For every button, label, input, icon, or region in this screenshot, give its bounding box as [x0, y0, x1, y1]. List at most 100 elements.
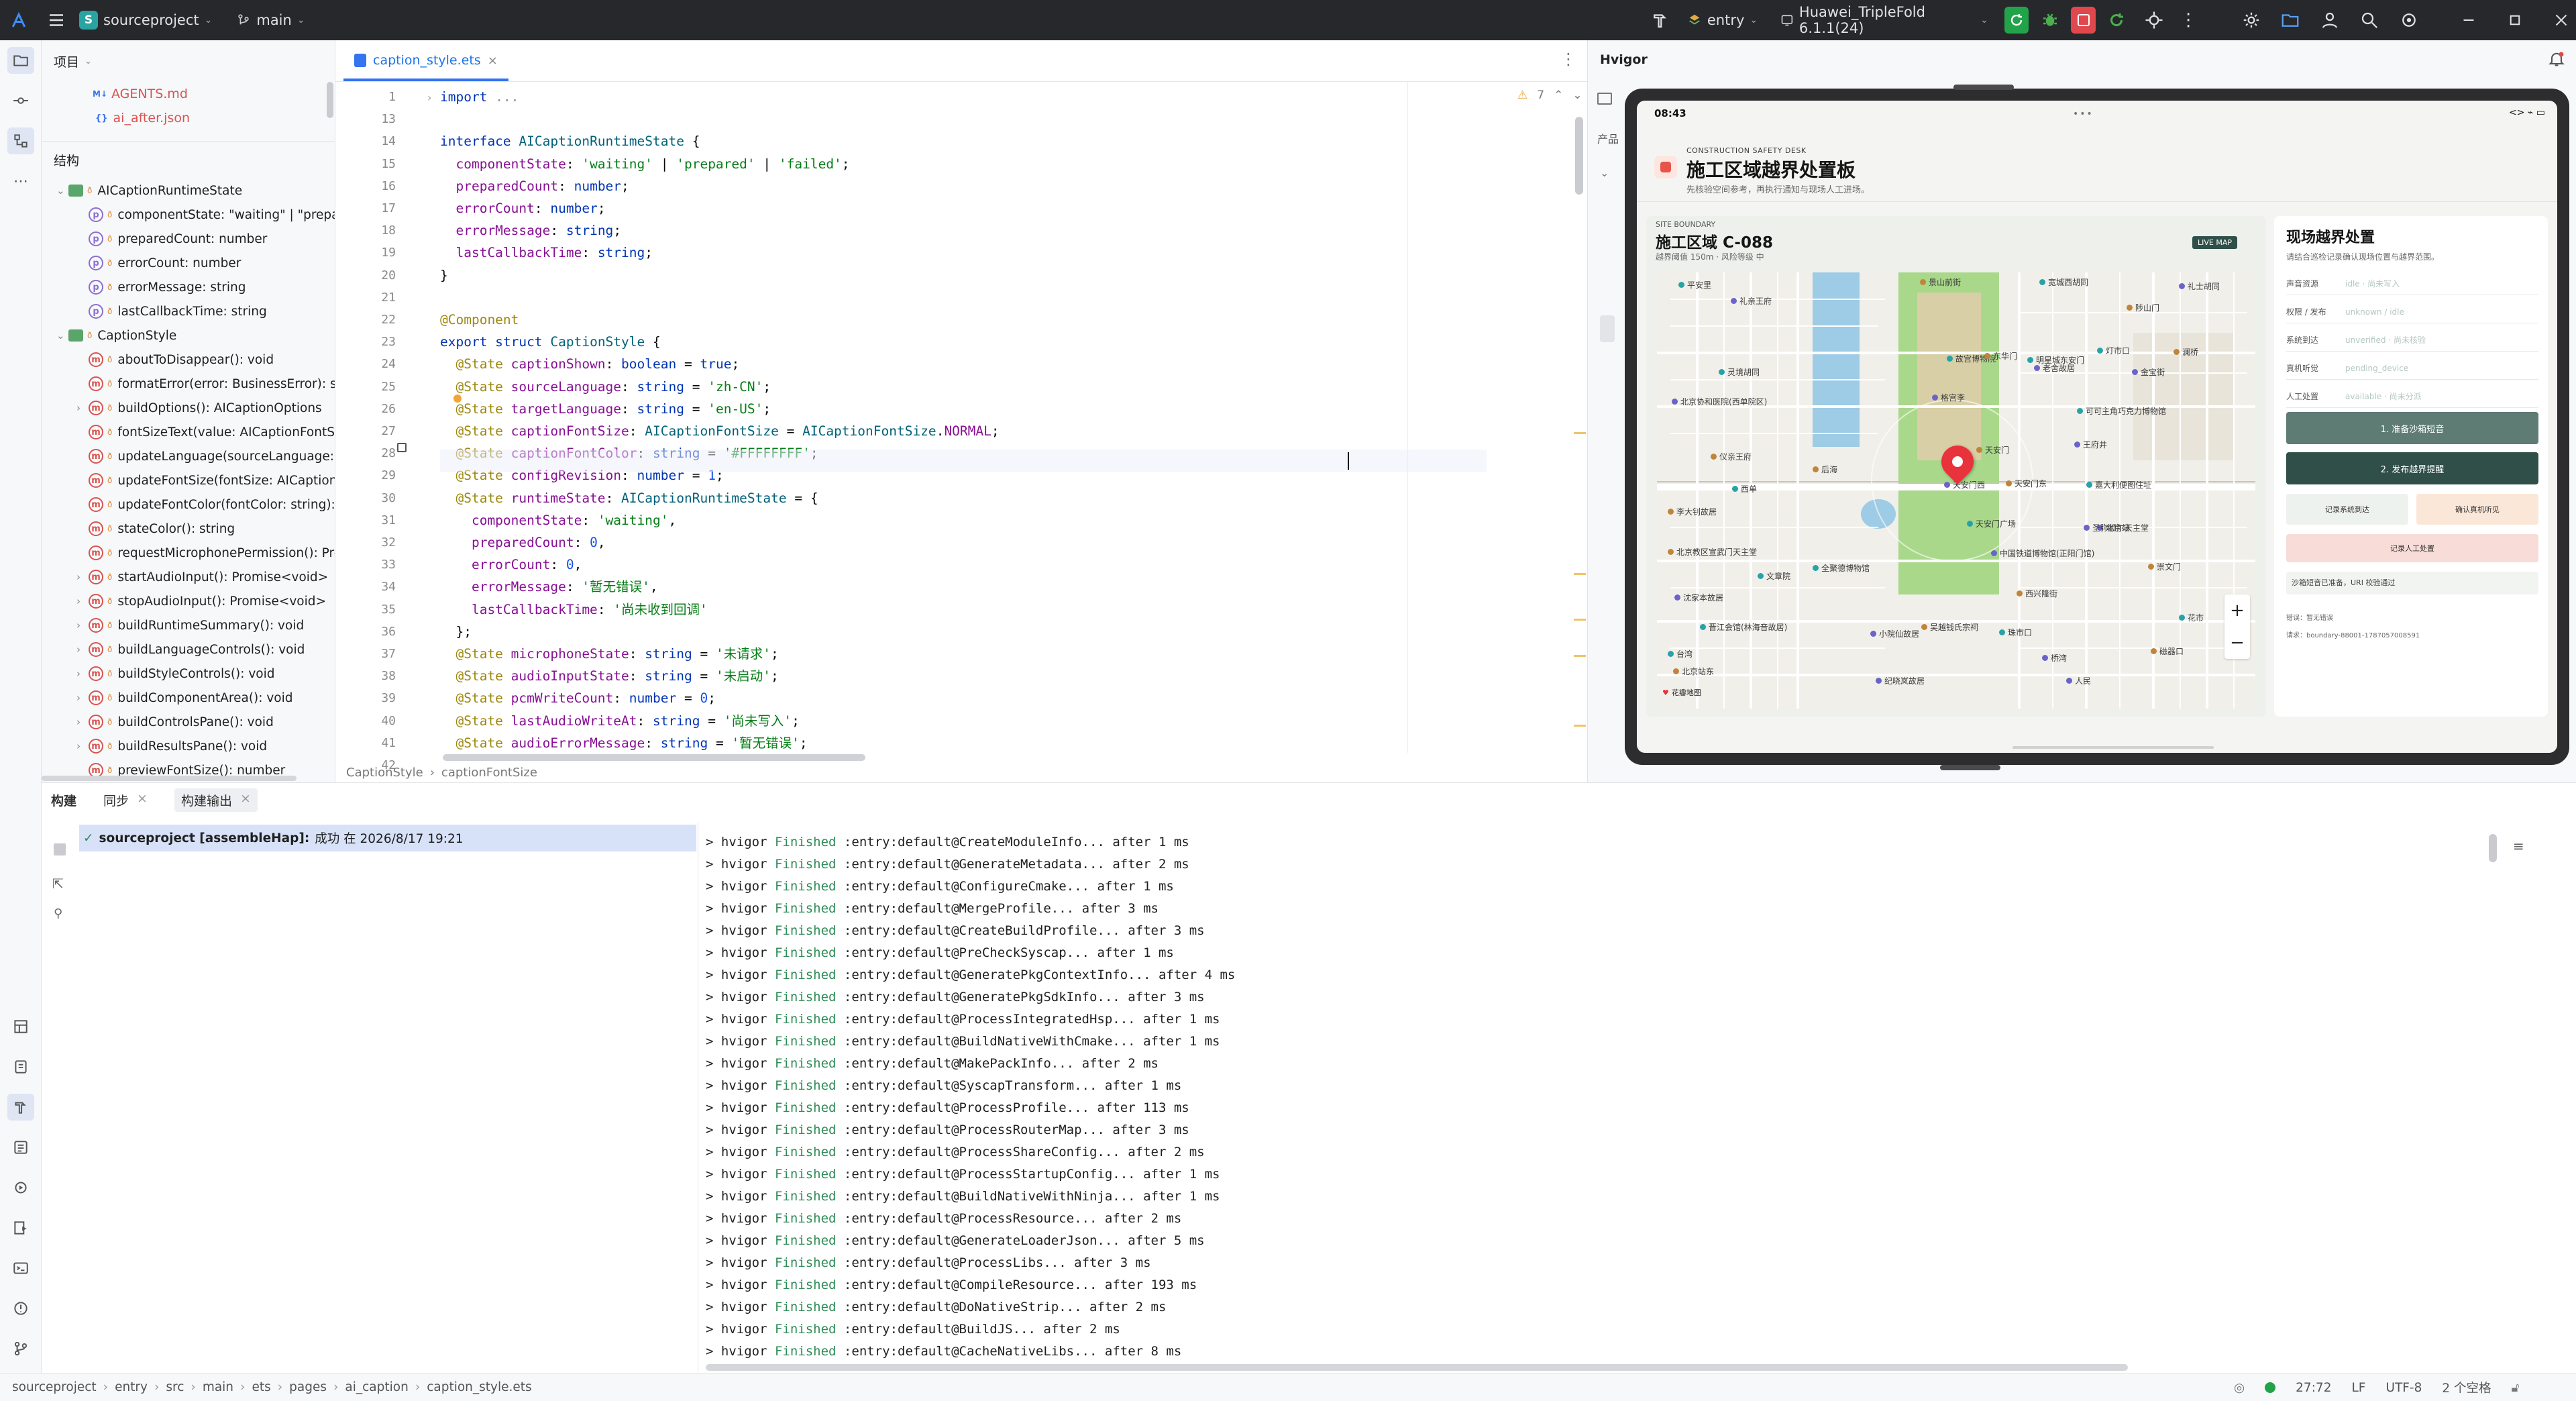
restore-icon[interactable] — [2498, 0, 2532, 40]
map-view[interactable]: 平安里 礼亲王府 景山前街 宽城西胡同 礼士胡同 陟山门 故宫博物院 老舍故居 澜桥 明星城东安门… — [1657, 272, 2255, 709]
map-poi-label[interactable]: 陟山门 — [2127, 302, 2159, 313]
services-icon[interactable] — [7, 1174, 34, 1201]
zoom-out-button[interactable]: − — [2224, 627, 2250, 659]
chevron-down-icon[interactable]: ⌄ — [56, 329, 68, 342]
project-folder-icon[interactable] — [7, 47, 34, 74]
tree-member-item[interactable]: › m ð buildComponentArea(): void — [42, 686, 335, 710]
build-tool-icon[interactable] — [7, 1094, 34, 1121]
main-menu-icon[interactable] — [38, 0, 75, 40]
tree-member-item[interactable]: p ð errorCount: number — [42, 251, 335, 275]
record-arrival-button[interactable]: 记录系统到达 — [2286, 494, 2408, 525]
chevron-right-icon[interactable]: › — [76, 619, 89, 631]
tree-member-item[interactable]: › m ð buildResultsPane(): void — [42, 734, 335, 758]
tab-sync[interactable]: 同步 × — [103, 791, 148, 809]
log-h-scrollbar[interactable] — [706, 1364, 2128, 1371]
map-poi-label[interactable]: 明星城东安门 — [2027, 354, 2084, 366]
log-scrollbar[interactable] — [2489, 834, 2497, 862]
inspection-widget[interactable]: ⚠ 7 ⌃ ⌄ — [1517, 89, 1582, 102]
chevron-down-icon[interactable]: ⌄ — [1600, 166, 1609, 179]
tree-member-item[interactable]: › m ð buildControlsPane(): void — [42, 710, 335, 734]
tree-member-item[interactable]: m ð updateFontSize(fontSize: AICaption — [42, 468, 335, 492]
file-encoding[interactable]: UTF-8 — [2385, 1381, 2422, 1395]
logs-icon[interactable] — [7, 1134, 34, 1161]
map-poi-label[interactable]: 礼士胡同 — [2179, 280, 2220, 292]
map-poi-label[interactable]: 天安门西 — [1944, 479, 1985, 490]
preview-device-icon[interactable] — [1597, 93, 1612, 105]
minimize-icon[interactable] — [2451, 0, 2485, 40]
project-panel-header[interactable]: 项目 ⌄ — [42, 40, 335, 82]
chevron-right-icon[interactable]: › — [76, 595, 89, 607]
path-item[interactable]: entry — [115, 1380, 148, 1394]
indent-setting[interactable]: 2 个空格 — [2442, 1379, 2491, 1396]
map-poi-label[interactable]: 宽城西胡同 — [2039, 276, 2088, 288]
more-vertical-icon[interactable]: ⋮ — [1560, 50, 1576, 68]
tree-class-item[interactable]: ⌄ ð CaptionStyle — [42, 323, 335, 348]
map-poi-label[interactable]: 晋江会馆(林海音故居) — [1700, 621, 1787, 633]
wrap-lines-icon[interactable]: ≡ — [2513, 838, 2524, 854]
run-tool-icon[interactable] — [7, 1214, 34, 1241]
chevron-up-icon[interactable]: ⌃ — [1554, 89, 1563, 102]
close-tab-icon[interactable]: × — [488, 54, 498, 68]
layout-icon[interactable] — [7, 1013, 34, 1040]
chevron-right-icon[interactable]: › — [76, 740, 89, 752]
map-poi-label[interactable]: 磁器口 — [2151, 645, 2184, 657]
map-poi-label[interactable]: 人民 — [2066, 675, 2091, 686]
map-poi-label[interactable]: 天安门东 — [2006, 478, 2047, 489]
map-poi-label[interactable]: 平安里 — [1678, 279, 1711, 291]
run-button[interactable] — [2004, 7, 2029, 34]
open-external-icon[interactable]: ⇱ — [52, 876, 64, 892]
breadcrumb-item[interactable]: CaptionStyle — [346, 766, 423, 780]
project-switcher[interactable]: S sourceproject ⌄ — [79, 0, 212, 40]
map-poi-label[interactable]: 台湾 — [1668, 648, 1693, 660]
tree-member-item[interactable]: › m ð buildStyleControls(): void — [42, 662, 335, 686]
structure-icon[interactable] — [7, 127, 34, 154]
preview-splitter[interactable] — [1600, 315, 1615, 342]
map-poi-label[interactable]: 北京站东 — [1673, 666, 1714, 677]
chevron-right-icon[interactable]: › — [76, 668, 89, 680]
map-poi-label[interactable]: 纪晓岚故居 — [1876, 675, 1925, 686]
module-selector[interactable]: entry ⌄ — [1687, 0, 1758, 40]
chevron-right-icon[interactable]: › — [76, 402, 89, 414]
prepare-sound-button[interactable]: 1. 准备沙箱短音 — [2286, 412, 2538, 444]
tree-member-item[interactable]: m ð formatError(error: BusinessError): str — [42, 372, 335, 396]
map-poi-label[interactable]: 西兴隆街 — [2017, 588, 2057, 599]
map-poi-label[interactable]: 天安门 — [1976, 444, 2009, 456]
map-poi-label[interactable]: 仪亲王府 — [1711, 451, 1752, 462]
tree-member-item[interactable]: m ð updateFontColor(fontColor: string): v — [42, 492, 335, 517]
build-output-log[interactable]: > hvigor Finished :entry:default@CreateM… — [706, 831, 2524, 1368]
map-poi-label[interactable]: 北京教区宣武门天主堂 — [1668, 546, 1757, 558]
path-item[interactable]: pages — [289, 1380, 327, 1394]
tree-scrollbar[interactable] — [327, 82, 333, 118]
path-item[interactable]: caption_style.ets — [427, 1380, 531, 1394]
commit-icon[interactable] — [7, 87, 34, 114]
search-icon[interactable] — [2353, 0, 2387, 40]
map-poi-label[interactable]: 李大钊故居 — [1668, 506, 1717, 517]
tree-member-item[interactable]: m ð updateLanguage(sourceLanguage: s — [42, 444, 335, 468]
close-tab-icon[interactable]: × — [240, 791, 251, 809]
path-item[interactable]: ets — [252, 1380, 270, 1394]
tree-member-item[interactable]: p ð preparedCount: number — [42, 227, 335, 251]
branch-switcher[interactable]: main ⌄ — [236, 0, 305, 40]
confirm-heard-button[interactable]: 确认真机听见 — [2416, 494, 2538, 525]
account-icon[interactable] — [2313, 0, 2347, 40]
folder-icon[interactable] — [2273, 0, 2308, 40]
bookmark-icon[interactable] — [397, 443, 407, 452]
tree-member-item[interactable]: m ð fontSizeText(value: AICaptionFontSiz — [42, 420, 335, 444]
map-poi-label[interactable]: 西单 — [1732, 483, 1757, 495]
map-poi-label[interactable]: 北京协和医院(西单院区) — [1672, 396, 1767, 407]
path-item[interactable]: src — [166, 1380, 184, 1394]
tree-member-item[interactable]: › m ð buildRuntimeSummary(): void — [42, 613, 335, 637]
device-selector[interactable]: Huawei_TripleFold 6.1.1(24) ⌄ — [1780, 0, 1988, 40]
lock-icon[interactable]: 🔓︎ — [2512, 1381, 2520, 1395]
code-area[interactable]: import ... interface AICaptionRuntimeStat… — [440, 82, 1487, 753]
chevron-right-icon[interactable]: › — [76, 692, 89, 704]
path-item[interactable]: main — [203, 1380, 233, 1394]
tree-member-item[interactable]: › m ð buildLanguageControls(): void — [42, 637, 335, 662]
hammer-icon[interactable] — [1644, 0, 1678, 40]
pin-icon[interactable]: ⚲ — [54, 906, 62, 921]
debug-icon[interactable] — [2034, 0, 2065, 40]
map-poi-label[interactable]: 王府井 — [2074, 439, 2107, 450]
tree-member-item[interactable]: p ð errorMessage: string — [42, 275, 335, 299]
path-item[interactable]: sourceproject — [12, 1380, 97, 1394]
cursor-position[interactable]: 27:72 — [2296, 1381, 2331, 1395]
